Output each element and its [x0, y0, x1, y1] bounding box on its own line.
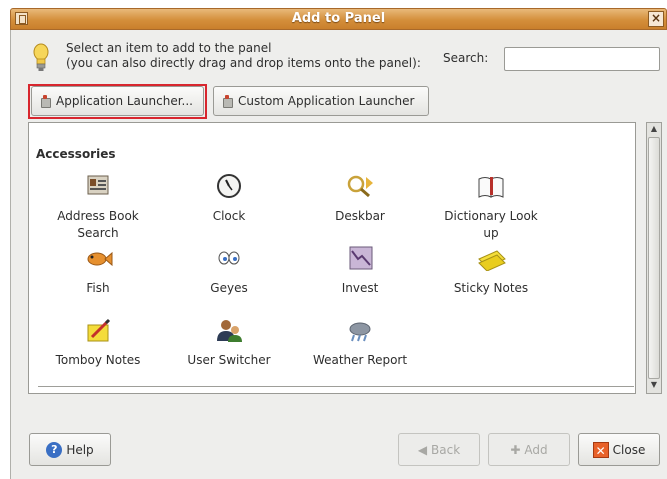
list-item[interactable]: Deskbar: [305, 173, 415, 225]
add-button[interactable]: ✚ Add: [488, 433, 570, 466]
list-item[interactable]: Dictionary Look up: [436, 173, 546, 242]
instructions-line1: Select an item to add to the panel: [66, 41, 272, 55]
item-label: Clock: [212, 209, 246, 223]
item-label: Geyes: [210, 281, 248, 295]
lightbulb-icon: [33, 43, 49, 71]
invest-icon: [349, 246, 373, 270]
scroll-thumb[interactable]: [648, 137, 660, 379]
add-to-panel-window: Add to Panel × Select an item to add to …: [0, 0, 667, 479]
list-divider: [38, 386, 634, 387]
fish-icon: [87, 251, 113, 267]
geyes-icon: [218, 251, 240, 265]
list-item[interactable]: User Switcher: [174, 317, 284, 369]
scrollbar[interactable]: ▲ ▼: [646, 122, 662, 394]
launcher-icon: [39, 95, 51, 108]
instructions-line2: (you can also directly drag and drop ite…: [66, 56, 421, 70]
item-label: Deskbar: [335, 209, 385, 223]
list-item[interactable]: Fish: [43, 245, 153, 297]
window-close-button[interactable]: ×: [648, 11, 664, 27]
custom-launcher-label: Custom Application Launcher: [238, 94, 415, 108]
list-item[interactable]: Invest: [305, 245, 415, 297]
close-button[interactable]: ✕ Close: [578, 433, 660, 466]
item-label: Fish: [86, 281, 110, 295]
list-item[interactable]: Clock: [174, 173, 284, 225]
launcher-icon: [221, 95, 233, 108]
item-label: Sticky Notes: [453, 281, 529, 295]
list-item[interactable]: Weather Report: [305, 317, 415, 369]
item-label: User Switcher: [187, 353, 271, 367]
deskbar-icon: [347, 175, 373, 198]
scroll-down-arrow[interactable]: ▼: [649, 380, 659, 392]
sticky-notes-icon: [478, 250, 506, 272]
back-arrow-icon: ◀: [417, 442, 428, 457]
close-label: Close: [612, 442, 646, 457]
application-launcher-label: Application Launcher...: [56, 94, 193, 108]
list-item[interactable]: Sticky Notes: [436, 245, 546, 297]
list-item[interactable]: Address Book Search: [43, 173, 153, 242]
add-plus-icon: ✚: [510, 442, 521, 457]
item-label: Tomboy Notes: [55, 353, 141, 367]
section-heading: Accessories: [36, 147, 116, 161]
instructions: Select an item to add to the panel (you …: [66, 41, 421, 71]
item-label: Address Book Search: [57, 209, 139, 240]
help-button[interactable]: ? Help: [29, 433, 111, 466]
address-book-icon: [87, 175, 109, 195]
tomboy-notes-icon: [87, 318, 111, 342]
item-label: Invest: [341, 281, 379, 295]
list-item[interactable]: Tomboy Notes: [43, 317, 153, 369]
help-label: Help: [66, 442, 94, 457]
weather-icon: [349, 322, 371, 342]
item-label: Dictionary Look up: [444, 209, 538, 240]
scroll-up-arrow[interactable]: ▲: [649, 124, 659, 136]
custom-launcher-button[interactable]: Custom Application Launcher: [213, 86, 429, 116]
title-bar[interactable]: Add to Panel ×: [10, 8, 667, 30]
user-switcher-icon: [217, 320, 242, 342]
back-button[interactable]: ◀ Back: [398, 433, 480, 466]
help-icon: ?: [46, 441, 63, 458]
clock-icon: [217, 174, 241, 198]
dictionary-icon: [478, 177, 504, 198]
list-item[interactable]: Geyes: [174, 245, 284, 297]
add-label: Add: [524, 442, 548, 457]
window-title: Add to Panel: [291, 11, 386, 26]
search-label: Search:: [443, 51, 489, 65]
search-input[interactable]: [504, 47, 660, 71]
close-icon: ✕: [592, 441, 609, 458]
item-label: Weather Report: [312, 353, 408, 367]
application-launcher-button[interactable]: Application Launcher...: [31, 86, 204, 116]
back-label: Back: [431, 442, 461, 457]
